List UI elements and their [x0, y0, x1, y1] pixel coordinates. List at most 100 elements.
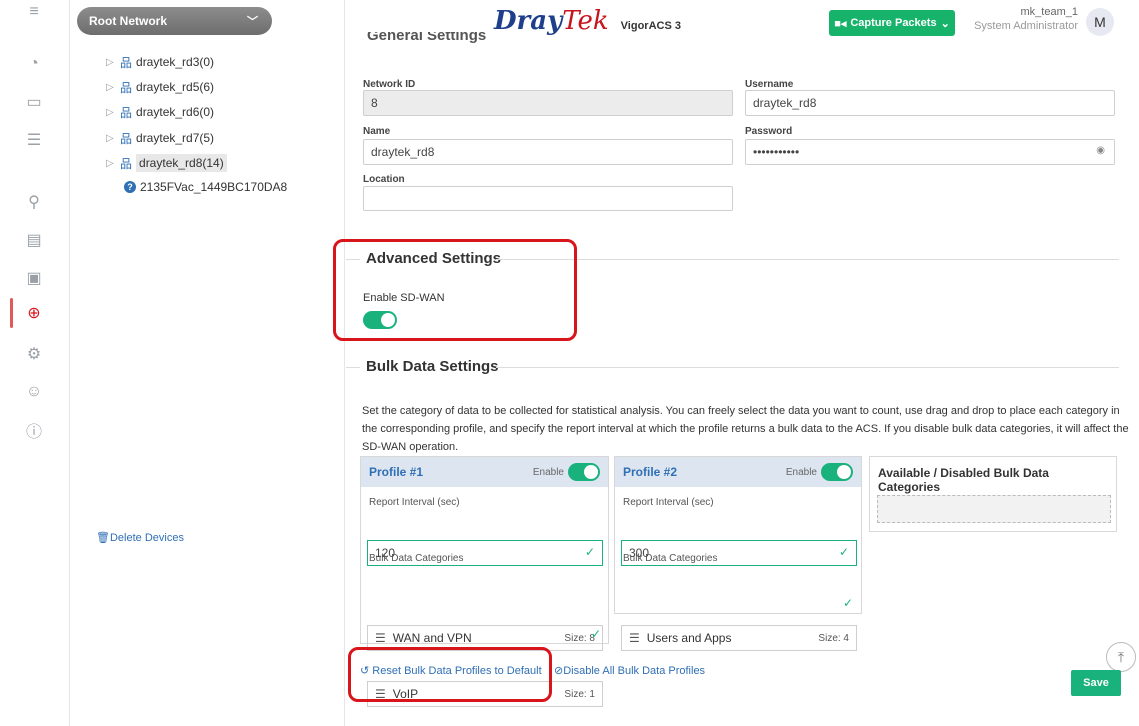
delete-devices-label: Delete Devices [109, 532, 184, 544]
gear-icon[interactable]: ⚙ [22, 342, 46, 366]
highlight-box-advanced [333, 239, 577, 341]
globe-icon[interactable]: ⊕ [22, 301, 46, 325]
highlight-box-reset [348, 647, 552, 702]
location-label: Location [363, 174, 405, 185]
category-name: Users and Apps [646, 631, 732, 645]
check-icon: ✓ [591, 627, 602, 641]
tree-node-label: draytek_rd5(6) [136, 80, 215, 94]
network-select[interactable]: Root Network ﹀ [77, 7, 272, 35]
sliders-icon[interactable]: ☰ [22, 128, 46, 152]
drag-handle-icon[interactable]: ☰ [629, 631, 640, 645]
network-tree-panel: Root Network ﹀ ▷ 品 draytek_rd3(0) ▷ 品 dr… [70, 0, 345, 726]
tree-device[interactable]: ? 2135FVac_1449BC170DA8 [124, 177, 287, 197]
tree-node[interactable]: ▷ 品 draytek_rd5(6) [106, 77, 214, 97]
save-button[interactable]: Save [1071, 670, 1121, 696]
tree-node-label: draytek_rd6(0) [136, 105, 215, 119]
users-icon[interactable]: ☺ [22, 380, 46, 404]
profile-header: Profile #2 Enable [615, 457, 861, 487]
profile-title: Profile #2 [623, 465, 678, 479]
interval-label: Report Interval (sec) [369, 497, 460, 508]
profile-enable-toggle[interactable] [568, 463, 600, 481]
question-icon: ? [124, 181, 136, 193]
network-icon: 品 [120, 80, 133, 95]
active-indicator [10, 298, 13, 328]
delete-devices-link[interactable]: 🗑Delete Devices [96, 531, 184, 544]
drag-handle-icon[interactable]: ☰ [375, 631, 386, 645]
available-categories-card: Available / Disabled Bulk Data Categorie… [869, 456, 1117, 532]
tree-node[interactable]: ▷ 品 draytek_rd6(0) [106, 102, 214, 122]
tree-node[interactable]: ▷ 品 draytek_rd3(0) [106, 52, 214, 72]
category-size: Size: 1 [564, 688, 595, 700]
expand-arrow-icon[interactable]: ▷ [106, 158, 120, 169]
info-icon[interactable]: ⓘ [22, 418, 46, 442]
check-icon: ✓ [838, 545, 849, 559]
tree-node-label: draytek_rd8(14) [136, 154, 227, 172]
password-field[interactable]: ••••••••••• ◉ [745, 139, 1115, 165]
categories-label: Bulk Data Categories [623, 553, 718, 564]
category-name: WAN and VPN [392, 631, 472, 645]
draytek-logo: Dray Tek VigorACS 3 [494, 6, 681, 36]
drop-zone[interactable] [877, 495, 1111, 523]
dashboard-icon[interactable]: ◔ [22, 52, 46, 76]
name-field[interactable]: draytek_rd8 [363, 139, 733, 165]
category-item[interactable]: ☰ Users and Apps Size: 4 [621, 625, 857, 651]
chevron-down-icon: ﹀ [247, 16, 258, 28]
profile-header: Profile #1 Enable [361, 457, 608, 487]
menu-icon[interactable]: ≡ [22, 0, 46, 24]
network-icon: 品 [120, 156, 133, 171]
expand-arrow-icon[interactable]: ▷ [106, 57, 120, 68]
wrench-icon[interactable]: ⚲ [22, 190, 46, 214]
report-icon[interactable]: ▤ [22, 228, 46, 252]
video-icon: ■◂ [834, 17, 847, 30]
disable-profiles-link[interactable]: ⊘Disable All Bulk Data Profiles [554, 664, 705, 677]
bulk-data-settings-title: Bulk Data Settings [366, 358, 499, 375]
expand-arrow-icon[interactable]: ▷ [106, 133, 120, 144]
expand-arrow-icon[interactable]: ▷ [106, 107, 120, 118]
network-icon: 品 [120, 105, 133, 120]
profile-card-2: Profile #2 Enable Report Interval (sec) … [614, 456, 862, 651]
categories-label: Bulk Data Categories [369, 553, 464, 564]
network-icon: 品 [120, 55, 133, 70]
category-size: Size: 4 [818, 632, 849, 644]
expand-arrow-icon[interactable]: ▷ [106, 82, 120, 93]
toggle-knob [584, 465, 598, 479]
profile-enable: Enable [786, 463, 853, 481]
name-label: Name [363, 126, 391, 137]
profile-enable-toggle[interactable] [821, 463, 853, 481]
tree-node-label: draytek_rd3(0) [136, 55, 215, 69]
trash-icon: 🗑 [96, 532, 110, 544]
profile-card-1: Profile #1 Enable Report Interval (sec) … [360, 456, 609, 707]
device-settings-icon[interactable]: ▣ [22, 266, 46, 290]
network-id-field: 8 [363, 90, 733, 116]
username-field[interactable]: draytek_rd8 [745, 90, 1115, 116]
capture-packets-label: Capture Packets [850, 17, 937, 29]
section-divider [496, 259, 1119, 260]
logo-dray: Dray [494, 6, 563, 36]
disable-icon: ⊘ [554, 665, 564, 677]
icon-rail: ≡ ◔ ▭ ☰ ⚲ ▤ ▣ ⊕ ⚙ ☺ ⓘ [0, 0, 70, 726]
enable-label: Enable [785, 466, 817, 478]
eye-icon[interactable]: ◉ [1096, 145, 1105, 156]
chevron-down-icon: ⌄ [940, 17, 950, 30]
logo-tek: Tek [562, 6, 609, 36]
password-value: ••••••••••• [753, 145, 800, 159]
avatar[interactable]: M [1086, 8, 1114, 36]
general-settings-title: General Settings [367, 32, 487, 44]
user-role: System Administrator [974, 20, 1078, 32]
capture-packets-button[interactable]: ■◂ Capture Packets ⌄ [829, 10, 955, 36]
scroll-to-top-button[interactable]: ⤒ [1106, 642, 1136, 672]
user-name: mk_team_1 [1020, 6, 1078, 18]
tree-node-label: draytek_rd7(5) [136, 131, 215, 145]
profile-title: Profile #1 [369, 465, 424, 479]
tree-node[interactable]: ▷ 品 draytek_rd7(5) [106, 128, 214, 148]
tree-node-selected[interactable]: ▷ 品 draytek_rd8(14) [106, 153, 227, 173]
toggle-knob [837, 465, 851, 479]
profile-enable: Enable [533, 463, 600, 481]
monitor-icon[interactable]: ▭ [22, 90, 46, 114]
disable-link-label: Disable All Bulk Data Profiles [563, 665, 706, 677]
network-select-value: Root Network [89, 14, 167, 28]
network-icon: 品 [120, 131, 133, 146]
password-label: Password [745, 126, 793, 137]
location-field[interactable] [363, 186, 733, 211]
product-name: VigorACS 3 [620, 20, 681, 32]
